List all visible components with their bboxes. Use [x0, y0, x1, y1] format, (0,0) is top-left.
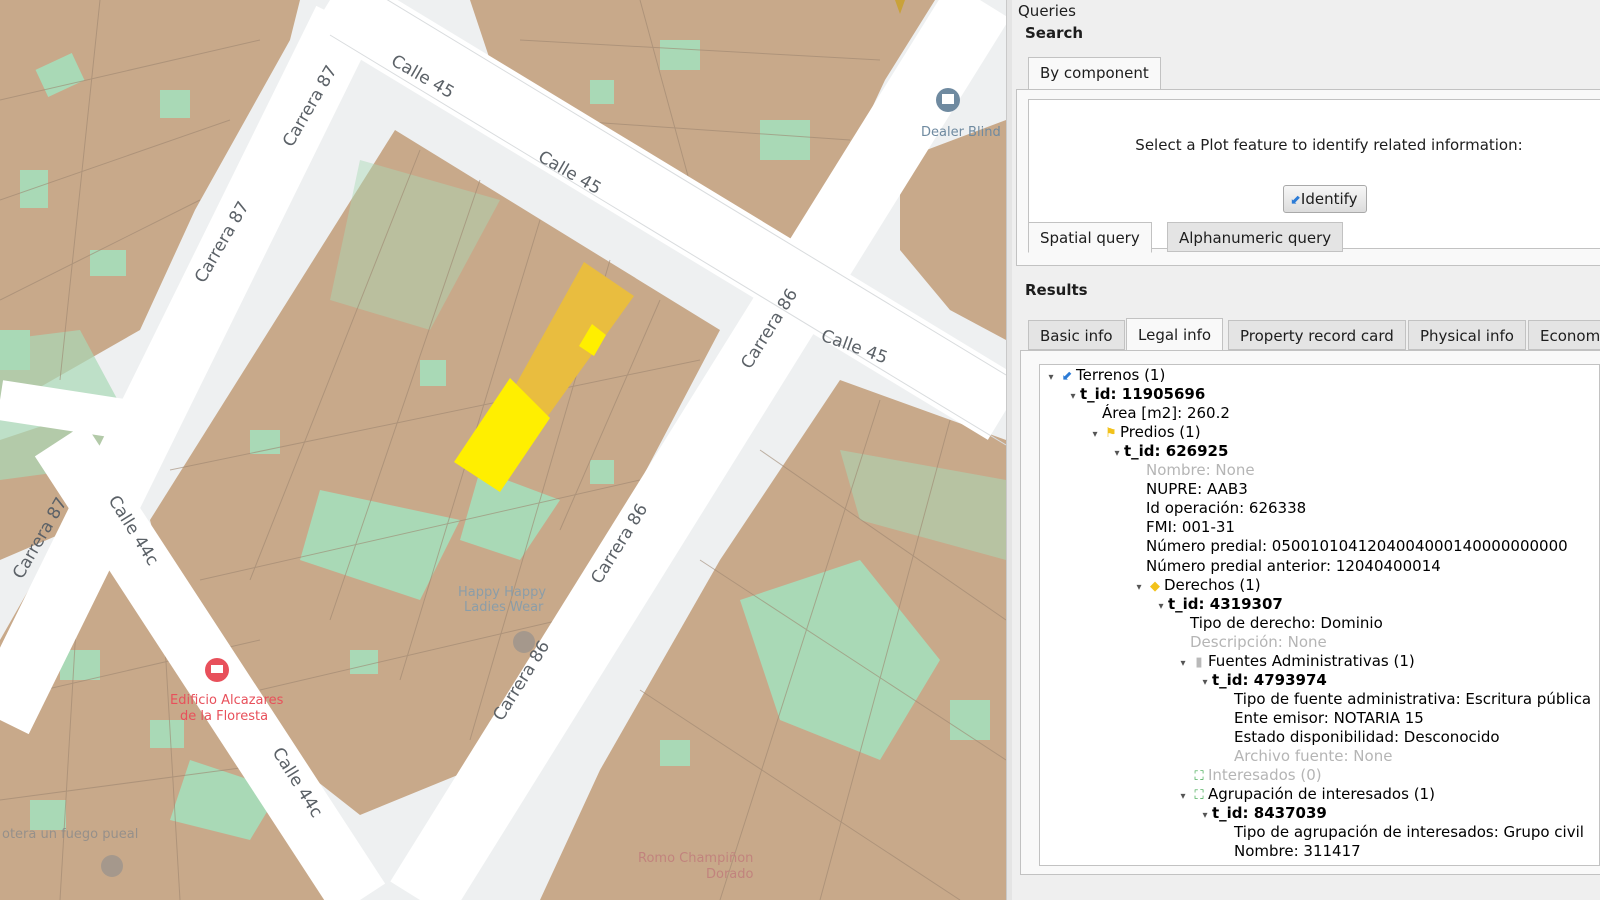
expand-arrow-icon[interactable]: ▾ [1176, 787, 1190, 806]
tree-row[interactable]: Tipo de agrupación de interesados: Grupo… [1220, 823, 1584, 842]
tree-row-label: Área [m2]: 260.2 [1102, 404, 1230, 423]
expand-arrow-icon[interactable]: ▾ [1088, 425, 1102, 444]
tab-property-record-card[interactable]: Property record card [1228, 320, 1406, 350]
tree-row-label: t_id: 4319307 [1168, 594, 1283, 613]
tree-row-label: Tipo de derecho: Dominio [1190, 613, 1383, 632]
poi-label: Edificio Alcazares [170, 693, 284, 708]
tree-row-label: Fuentes Administrativas (1) [1208, 651, 1415, 670]
tree-row[interactable]: Nombre: 311417 [1220, 842, 1361, 861]
expand-arrow-icon[interactable]: ▾ [1176, 654, 1190, 673]
poi-label: Ladies Wear [464, 600, 544, 615]
results-tree[interactable]: ▾ ⬋ Terrenos (1) ▾ t_id: 11905696 Área [m2]: … [1039, 364, 1600, 866]
tree-row[interactable]: ▾ ▮ Fuentes Administrativas (1) [1176, 651, 1415, 673]
shop-pin-icon [101, 855, 123, 877]
tree-row-label: Nombre: None [1146, 461, 1255, 480]
tree-row[interactable]: Descripción: None [1176, 633, 1327, 652]
tab-physical-info[interactable]: Physical info [1408, 320, 1526, 350]
poi-label: Romo Champiñon [638, 851, 753, 866]
tree-row[interactable]: ▾ ⬋ Terrenos (1) [1044, 366, 1165, 385]
identify-prompt: Select a Plot feature to identify relate… [1135, 136, 1523, 154]
tab-spatial-query[interactable]: Spatial query [1028, 222, 1152, 253]
expand-arrow-icon[interactable]: ▾ [1154, 597, 1168, 616]
tree-row-label: Tipo de fuente administrativa: Escritura… [1234, 689, 1592, 708]
tree-row-label: Terrenos (1) [1076, 366, 1166, 384]
identify-button[interactable]: ⬋Identify [1283, 185, 1367, 213]
poi-label: Dorado [706, 867, 754, 882]
tree-row-label: Descripción: None [1190, 632, 1327, 651]
tree-row-label: Nombre: 311417 [1234, 842, 1361, 861]
tree-row-label: Interesados (0) [1208, 766, 1322, 785]
tree-row[interactable]: ▾ t_id: 626925 [1110, 442, 1228, 461]
poi-label: de la Floresta [180, 709, 268, 724]
tree-row-label: Derechos (1) [1164, 575, 1261, 594]
tree-row[interactable]: ▾ ⚑ Predios (1) [1088, 423, 1201, 444]
shop-pin-icon [513, 631, 535, 653]
poi-label: Happy Happy [458, 585, 546, 600]
tab-economic-info[interactable]: Econom [1528, 320, 1600, 350]
identify-icon: ⬋ [1290, 193, 1301, 208]
agrupacion-icon: ⛶ [1194, 788, 1204, 804]
tree-row[interactable]: ▾ ◆ Derechos (1) [1132, 575, 1261, 597]
tree-row[interactable]: Ente emisor: NOTARIA 15 [1220, 709, 1424, 728]
tree-row[interactable]: Id operación: 626338 [1132, 499, 1306, 518]
tree-row[interactable]: FMI: 001-31 [1132, 518, 1235, 537]
poi-label: otera un fuego pueal [2, 827, 138, 842]
tree-row[interactable]: ▾ t_id: 11905696 [1066, 385, 1205, 404]
tree-row-label: Id operación: 626338 [1146, 499, 1307, 518]
tree-row-label: t_id: 4793974 [1212, 670, 1327, 689]
tree-row-label: Estado disponibilidad: Desconocido [1234, 727, 1500, 746]
tab-alphanumeric-query[interactable]: Alphanumeric query [1167, 222, 1344, 252]
tree-row-label: Número predial anterior: 12040400014 [1146, 556, 1441, 575]
tree-row-label: Archivo fuente: None [1234, 747, 1393, 765]
map-svg[interactable]: Calle 45 Calle 45 Calle 45 Carrera 87 Ca… [0, 0, 1006, 900]
tree-row-label: t_id: 11905696 [1080, 385, 1206, 404]
tree-row-label: t_id: 8437039 [1212, 804, 1327, 823]
tree-row-label: NUPRE: AAB3 [1146, 480, 1248, 499]
tree-row[interactable]: Número predial: 050010104120400400014000… [1132, 537, 1568, 556]
tree-row[interactable]: NUPRE: AAB3 [1132, 480, 1248, 499]
panel-title: Queries [1018, 2, 1076, 20]
tree-row[interactable]: Archivo fuente: None [1220, 747, 1392, 766]
tab-legal-info[interactable]: Legal info [1126, 318, 1224, 352]
tree-row-label: Tipo de agrupación de interesados: Grupo… [1234, 823, 1584, 842]
results-heading: Results [1025, 281, 1088, 299]
fuente-icon: ▮ [1195, 654, 1203, 670]
tree-row-label: Agrupación de interesados (1) [1208, 785, 1435, 804]
tree-row-label: t_id: 626925 [1124, 442, 1229, 461]
tree-row-label: Predios (1) [1120, 423, 1201, 442]
tree-row[interactable]: Tipo de fuente administrativa: Escritura… [1220, 690, 1591, 709]
tree-row[interactable]: ▾ t_id: 4319307 [1154, 594, 1283, 616]
tree-row-label: FMI: 001-31 [1146, 518, 1235, 537]
tree-row[interactable]: ▾ t_id: 4793974 [1198, 670, 1327, 692]
expand-arrow-icon[interactable]: ▾ [1198, 673, 1212, 692]
expand-arrow-icon[interactable]: ▾ [1044, 368, 1058, 387]
tab-by-component[interactable]: By component [1028, 57, 1161, 90]
tree-row[interactable]: Número predial anterior: 12040400014 [1132, 557, 1441, 576]
expand-arrow-icon[interactable]: ▾ [1132, 578, 1146, 597]
tree-row[interactable]: ▾ t_id: 8437039 [1198, 804, 1327, 825]
tree-row[interactable]: ▾ ⛶ Agrupación de interesados (1) [1176, 785, 1435, 806]
identify-label: Identify [1300, 190, 1358, 208]
predio-icon: ⚑ [1105, 426, 1117, 442]
tree-row[interactable]: Nombre: None [1132, 461, 1255, 480]
derecho-icon: ◆ [1150, 578, 1160, 594]
tree-row[interactable]: Estado disponibilidad: Desconocido [1220, 728, 1500, 747]
expand-arrow-icon[interactable]: ▾ [1066, 387, 1080, 406]
map-canvas[interactable]: Calle 45 Calle 45 Calle 45 Carrera 87 Ca… [0, 0, 1006, 900]
tree-row[interactable]: ⛶ Interesados (0) [1176, 766, 1322, 785]
tree-row[interactable]: Área [m2]: 260.2 [1088, 404, 1230, 423]
search-heading: Search [1025, 24, 1084, 42]
expand-arrow-icon[interactable]: ▾ [1110, 444, 1124, 463]
tree-row-label: Número predial: 050010104120400400014000… [1146, 537, 1568, 556]
interesado-icon: ⛶ [1194, 769, 1204, 785]
terreno-icon: ⬋ [1061, 369, 1073, 384]
expand-arrow-icon[interactable]: ▾ [1198, 806, 1212, 825]
tree-row-label: Ente emisor: NOTARIA 15 [1234, 708, 1424, 727]
poi-label: Dealer Blind [921, 125, 1001, 140]
tab-basic-info[interactable]: Basic info [1028, 320, 1125, 350]
tree-row[interactable]: Tipo de derecho: Dominio [1176, 614, 1383, 633]
